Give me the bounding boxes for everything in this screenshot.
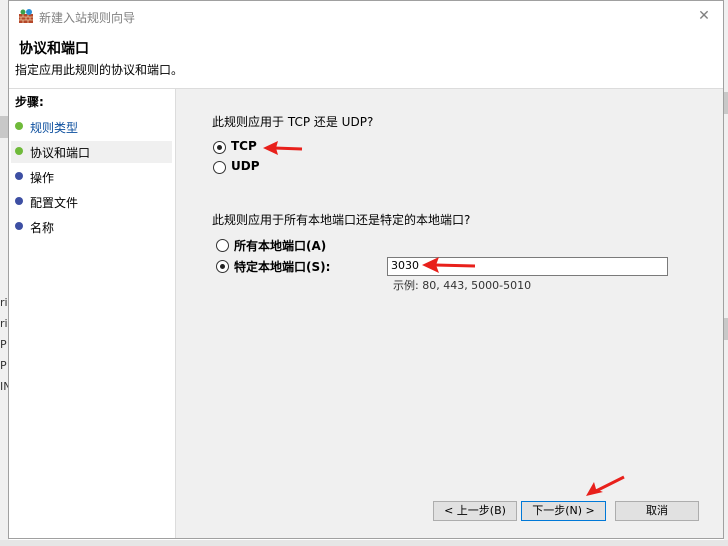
sidebar-item-label: 规则类型 (30, 121, 79, 135)
background-window-right (724, 0, 728, 546)
sidebar-item-name: 名称 (11, 216, 172, 238)
annotation-arrow-icon (586, 475, 625, 496)
sidebar-item-label: 配置文件 (30, 196, 79, 210)
cancel-button[interactable]: 取消 (615, 501, 699, 521)
sidebar-item-profile: 配置文件 (11, 191, 172, 213)
sidebar-item-label: 协议和端口 (30, 146, 91, 160)
firewall-rule-icon (19, 9, 33, 23)
sidebar-item-protocol-ports[interactable]: 协议和端口 (11, 141, 172, 163)
step-complete-dot-icon (15, 122, 23, 130)
wizard-header: 协议和端口 指定应用此规则的协议和端口。 (9, 31, 723, 89)
udp-radio-label: UDP (231, 159, 260, 173)
sidebar-item-label: 名称 (30, 221, 55, 235)
protocol-question: 此规则应用于 TCP 还是 UDP? (212, 115, 374, 129)
ports-question: 此规则应用于所有本地端口还是特定的本地端口? (212, 213, 471, 227)
step-pending-dot-icon (15, 172, 23, 180)
sidebar-item-label: 操作 (30, 171, 55, 185)
all-ports-radio-label: 所有本地端口(A) (234, 239, 327, 253)
radio-unselected-icon (216, 239, 229, 252)
step-complete-dot-icon (15, 147, 23, 155)
background-selected-row (724, 318, 728, 340)
annotation-arrow-icon (422, 257, 476, 273)
annotation-arrow-icon (263, 141, 303, 155)
wizard-window: 新建入站规则向导 ✕ 协议和端口 指定应用此规则的协议和端口。 步骤: 规则类型… (8, 0, 724, 539)
steps-heading: 步骤: (15, 95, 44, 109)
background-text-fragment: P (0, 338, 7, 351)
background-text-fragment: ri (0, 296, 8, 309)
step-pending-dot-icon (15, 222, 23, 230)
close-button[interactable]: ✕ (693, 5, 715, 27)
sidebar-item-rule-type[interactable]: 规则类型 (11, 116, 172, 138)
title-bar[interactable]: 新建入站规则向导 ✕ (9, 1, 723, 31)
step-pending-dot-icon (15, 197, 23, 205)
steps-sidebar: 步骤: 规则类型 协议和端口 操作 配置文件 名称 (9, 89, 176, 538)
background-taskbar-edge (0, 540, 728, 546)
back-button[interactable]: < 上一步(B) (433, 501, 517, 521)
close-icon: ✕ (698, 8, 710, 24)
ports-example-text: 示例: 80, 443, 5000-5010 (393, 279, 532, 292)
specific-ports-radio-label: 特定本地端口(S): (234, 260, 331, 274)
background-text-fragment: P (0, 359, 7, 372)
window-title: 新建入站规则向导 (39, 11, 136, 25)
radio-selected-icon (216, 260, 229, 273)
radio-unselected-icon (213, 161, 226, 174)
page-title: 协议和端口 (19, 41, 89, 57)
background-text-fragment: ri (0, 317, 8, 330)
sidebar-item-action: 操作 (11, 166, 172, 188)
next-button[interactable]: 下一步(N) > (521, 501, 606, 521)
page-subtitle: 指定应用此规则的协议和端口。 (15, 63, 184, 77)
tcp-radio-label: TCP (231, 139, 257, 153)
background-selected-row (724, 92, 728, 114)
radio-selected-icon (213, 141, 226, 154)
wizard-content: 此规则应用于 TCP 还是 UDP? TCP UDP 此规则应用于所有本地端口还… (176, 89, 723, 538)
